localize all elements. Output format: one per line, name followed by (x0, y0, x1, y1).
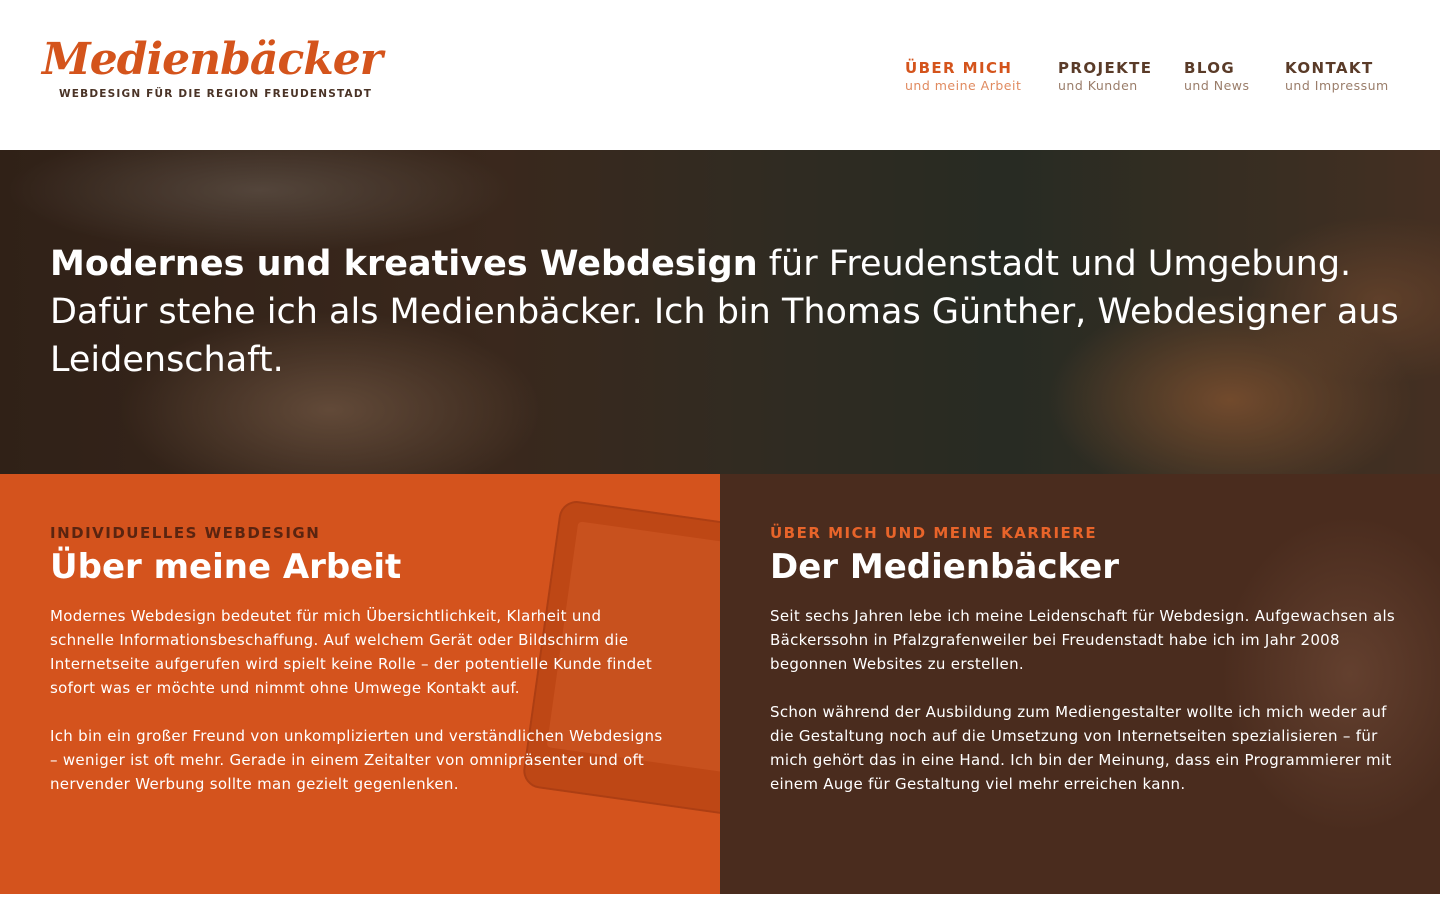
hero-headline: Modernes und kreatives Webdesign für Fre… (50, 240, 1410, 384)
nav-item-title: KONTAKT (1285, 59, 1374, 77)
section-paragraph: Schon während der Ausbildung zum Medieng… (770, 703, 1392, 793)
nav-item-ueber-mich[interactable]: ÜBER MICH und meine Arbeit (905, 58, 1021, 94)
nav-item-title: ÜBER MICH (905, 59, 1013, 77)
nav-item-title: BLOG (1184, 59, 1236, 77)
main-nav: ÜBER MICH und meine Arbeit PROJEKTE und … (0, 58, 1440, 98)
section-heading: Über meine Arbeit (50, 547, 402, 587)
section-paragraph: Modernes Webdesign bedeutet für mich Übe… (50, 607, 653, 697)
nav-item-subtitle: und Kunden (1058, 78, 1138, 93)
hero-banner: Modernes und kreatives Webdesign für Fre… (0, 150, 1440, 474)
section-work: INDIVIDUELLES WEBDESIGN Über meine Arbei… (0, 474, 720, 894)
page-bottom-edge (0, 894, 1440, 900)
section-eyebrow: INDIVIDUELLES WEBDESIGN (50, 524, 321, 542)
section-heading: Der Medienbäcker (770, 547, 1119, 587)
section-eyebrow: ÜBER MICH UND MEINE KARRIERE (770, 524, 1098, 542)
hero-headline-bold: Modernes und kreatives Webdesign (50, 244, 758, 284)
section-about: ÜBER MICH UND MEINE KARRIERE Der Medienb… (720, 474, 1440, 894)
nav-item-title: PROJEKTE (1058, 59, 1153, 77)
section-body: Modernes Webdesign bedeutet für mich Übe… (50, 604, 670, 820)
nav-item-subtitle: und Impressum (1285, 78, 1389, 93)
nav-item-projekte[interactable]: PROJEKTE und Kunden (1058, 58, 1152, 94)
section-paragraph: Ich bin ein großer Freund von unkomplizi… (50, 727, 663, 793)
nav-item-kontakt[interactable]: KONTAKT und Impressum (1285, 58, 1389, 94)
nav-item-subtitle: und News (1184, 78, 1250, 93)
site-header: Medienbäcker WEBDESIGN FÜR DIE REGION FR… (0, 0, 1440, 150)
nav-item-blog[interactable]: BLOG und News (1184, 58, 1250, 94)
section-body: Seit sechs Jahren lebe ich meine Leidens… (770, 604, 1410, 820)
section-paragraph: Seit sechs Jahren lebe ich meine Leidens… (770, 607, 1396, 673)
nav-item-subtitle: und meine Arbeit (905, 78, 1022, 93)
